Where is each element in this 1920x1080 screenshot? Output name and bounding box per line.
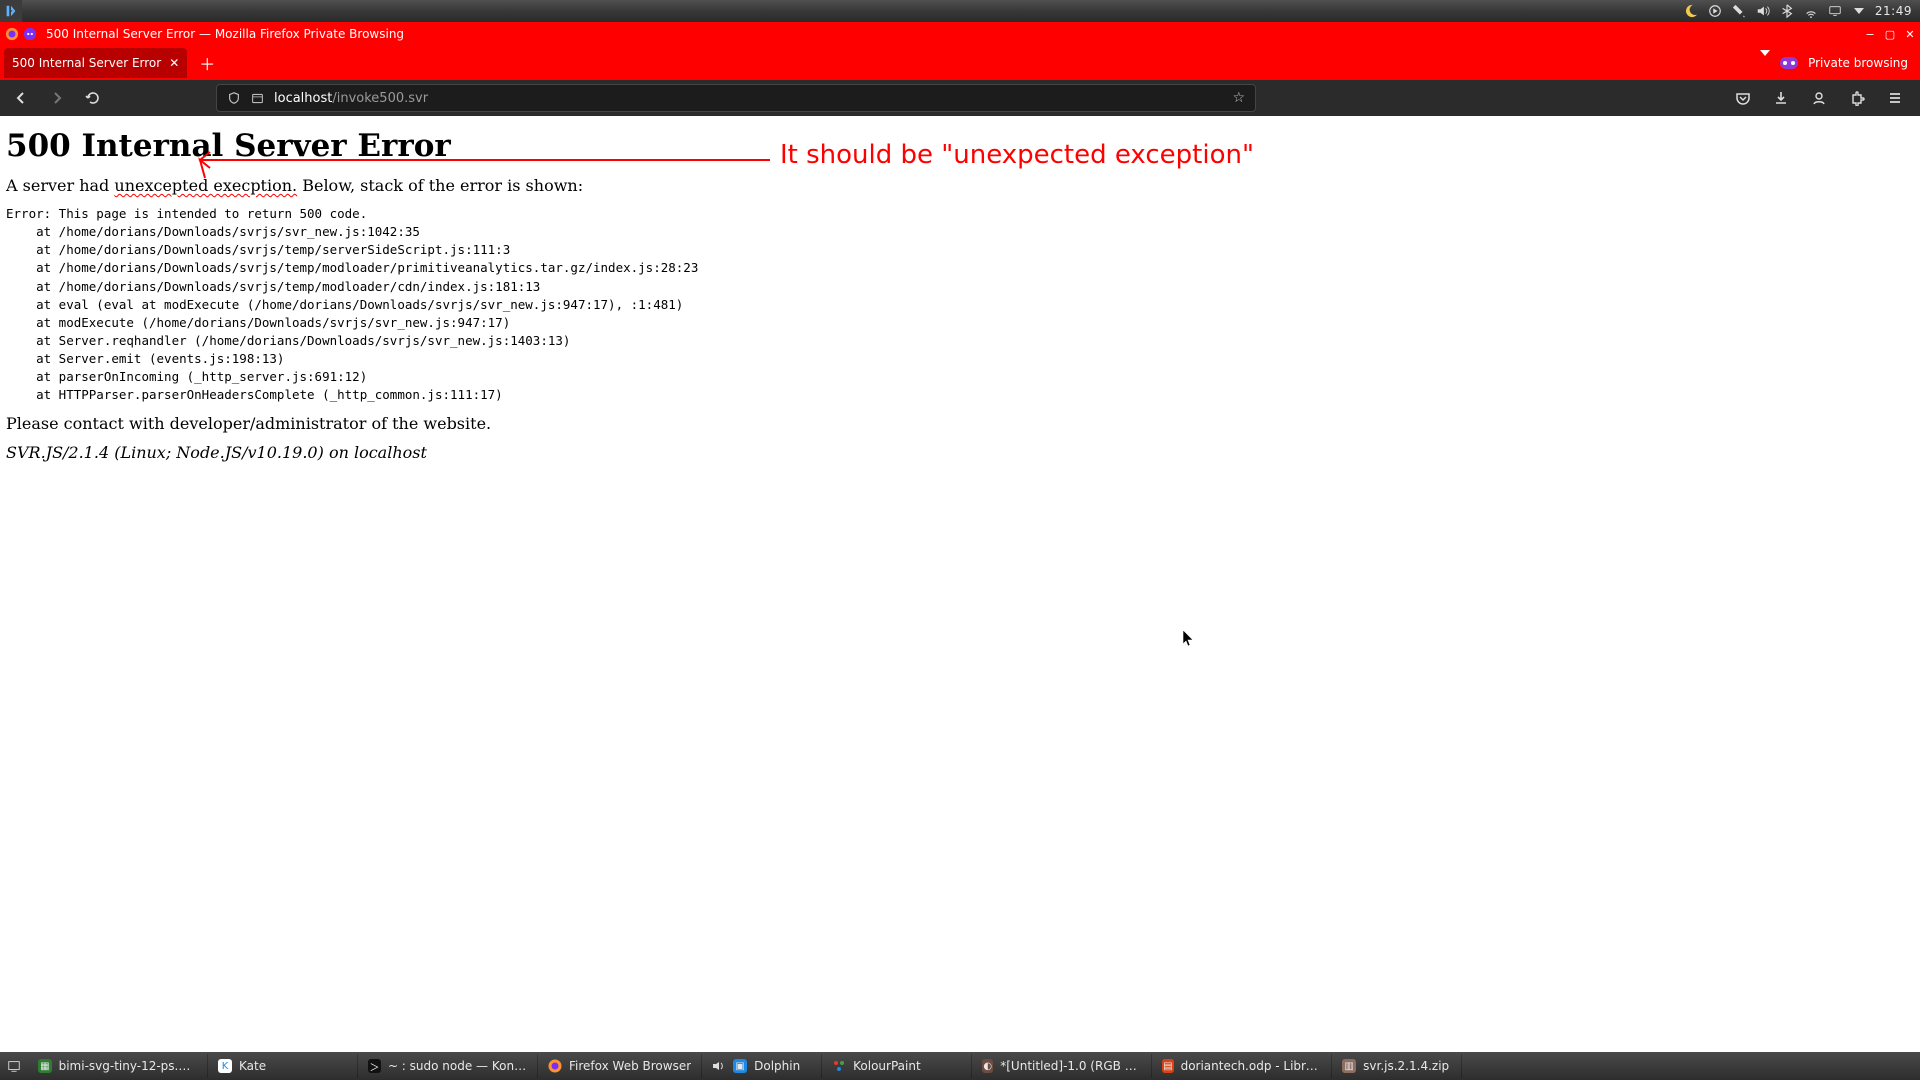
tab-close-icon[interactable]: ✕ bbox=[169, 56, 179, 70]
app-launcher-icon[interactable] bbox=[0, 0, 22, 22]
annotation-text: It should be "unexpected exception" bbox=[780, 140, 1254, 170]
system-tray: 21:49 bbox=[1675, 3, 1920, 19]
new-tab-button[interactable]: ＋ bbox=[193, 49, 221, 77]
dolphin-icon: ▣ bbox=[733, 1059, 747, 1073]
server-signature: SVR.JS/2.1.4 (Linux; Node.JS/v10.19.0) o… bbox=[6, 443, 1914, 462]
taskbar: ▦ bimi-svg-tiny-12-ps.png K Kate ＞ ~ : s… bbox=[0, 1052, 1920, 1080]
error-intro: A server had unexcepted execption. Below… bbox=[6, 176, 1914, 195]
konsole-icon: ＞ bbox=[368, 1059, 381, 1073]
tab-strip: 500 Internal Server Error ✕ ＋ Private br… bbox=[0, 46, 1920, 80]
tray-expand-icon[interactable] bbox=[1851, 3, 1867, 19]
image-file-icon: ▦ bbox=[38, 1059, 52, 1073]
task-item[interactable]: ▤ doriantech.odp - LibreOffic… bbox=[1152, 1054, 1332, 1078]
address-bar[interactable]: localhost/invoke500.svr ☆ bbox=[216, 84, 1256, 112]
clock[interactable]: 21:49 bbox=[1875, 4, 1912, 18]
connection-icon[interactable] bbox=[251, 92, 264, 105]
clipboard-icon[interactable] bbox=[1731, 3, 1747, 19]
pocket-icon[interactable] bbox=[1730, 85, 1756, 111]
task-label: Firefox Web Browser bbox=[569, 1059, 691, 1073]
task-label: doriantech.odp - LibreOffic… bbox=[1181, 1059, 1322, 1073]
nav-toolbar: localhost/invoke500.svr ☆ bbox=[0, 80, 1920, 116]
firefox-task-icon bbox=[548, 1059, 562, 1073]
volume-icon[interactable] bbox=[1755, 3, 1771, 19]
task-label: ~ : sudo node — Konsole bbox=[388, 1059, 527, 1073]
forward-button[interactable] bbox=[44, 85, 70, 111]
extensions-icon[interactable] bbox=[1844, 85, 1870, 111]
bluetooth-icon[interactable] bbox=[1779, 3, 1795, 19]
list-tabs-icon[interactable] bbox=[1760, 56, 1770, 70]
task-label: bimi-svg-tiny-12-ps.png bbox=[59, 1059, 197, 1073]
task-item[interactable]: ◐ *[Untitled]-1.0 (RGB color 8… bbox=[972, 1054, 1152, 1078]
back-button[interactable] bbox=[8, 85, 34, 111]
url-text: localhost/invoke500.svr bbox=[274, 91, 428, 106]
close-window-button[interactable]: ✕ bbox=[1900, 24, 1920, 44]
stack-trace: Error: This page is intended to return 5… bbox=[6, 205, 1914, 404]
task-label: svr.js.2.1.4.zip bbox=[1363, 1059, 1449, 1073]
volume-task-icon bbox=[712, 1059, 726, 1073]
page-content: 500 Internal Server Error A server had u… bbox=[0, 116, 1920, 1052]
display-icon[interactable] bbox=[1827, 3, 1843, 19]
app-menu-icon[interactable] bbox=[1882, 85, 1908, 111]
task-label: Kate bbox=[239, 1059, 266, 1073]
kate-icon: K bbox=[218, 1059, 232, 1073]
typo-phrase: unexcepted execption. bbox=[114, 176, 297, 195]
task-item[interactable]: ▣ Dolphin bbox=[702, 1054, 822, 1078]
task-item[interactable]: ＞ ~ : sudo node — Konsole bbox=[358, 1054, 538, 1078]
downloads-icon[interactable] bbox=[1768, 85, 1794, 111]
task-label: *[Untitled]-1.0 (RGB color 8… bbox=[1000, 1059, 1141, 1073]
task-item[interactable]: KolourPaint bbox=[822, 1054, 972, 1078]
window-controls: − ▢ ✕ bbox=[1860, 24, 1920, 44]
intro-pre: A server had bbox=[6, 176, 114, 195]
night-color-icon[interactable] bbox=[1683, 3, 1699, 19]
url-path: /invoke500.svr bbox=[332, 91, 428, 106]
private-mask-icon bbox=[1780, 57, 1798, 69]
private-browsing-label: Private browsing bbox=[1808, 56, 1908, 70]
intro-post: Below, stack of the error is shown: bbox=[297, 176, 583, 195]
system-top-panel: 21:49 bbox=[0, 0, 1920, 22]
tab-active[interactable]: 500 Internal Server Error ✕ bbox=[4, 48, 187, 78]
show-desktop-icon[interactable] bbox=[0, 1052, 28, 1080]
task-item[interactable]: ▦ bimi-svg-tiny-12-ps.png bbox=[28, 1054, 208, 1078]
task-label: Dolphin bbox=[754, 1059, 800, 1073]
task-item[interactable]: Firefox Web Browser bbox=[538, 1054, 702, 1078]
window-titlebar: 500 Internal Server Error — Mozilla Fire… bbox=[0, 22, 1920, 46]
firefox-icon bbox=[4, 26, 20, 42]
url-host: localhost bbox=[274, 91, 332, 106]
task-label: KolourPaint bbox=[853, 1059, 921, 1073]
task-item[interactable]: ▥ svr.js.2.1.4.zip bbox=[1332, 1054, 1462, 1078]
private-badge-icon bbox=[22, 26, 38, 42]
network-icon[interactable] bbox=[1803, 3, 1819, 19]
contact-line: Please contact with developer/administra… bbox=[6, 414, 1914, 433]
window-title: 500 Internal Server Error — Mozilla Fire… bbox=[42, 27, 404, 41]
reload-button[interactable] bbox=[80, 85, 106, 111]
kolourpaint-icon bbox=[832, 1059, 846, 1073]
impress-icon: ▤ bbox=[1162, 1059, 1173, 1073]
archive-icon: ▥ bbox=[1342, 1059, 1356, 1073]
task-item[interactable]: K Kate bbox=[208, 1054, 358, 1078]
gimp-icon: ◐ bbox=[982, 1059, 993, 1073]
media-icon[interactable] bbox=[1707, 3, 1723, 19]
maximize-button[interactable]: ▢ bbox=[1880, 24, 1900, 44]
minimize-button[interactable]: − bbox=[1860, 24, 1880, 44]
tracking-shield-icon[interactable] bbox=[227, 91, 241, 105]
bookmark-star-icon[interactable]: ☆ bbox=[1232, 90, 1245, 106]
tab-title: 500 Internal Server Error bbox=[12, 56, 161, 70]
account-icon[interactable] bbox=[1806, 85, 1832, 111]
mouse-cursor-icon bbox=[1183, 630, 1195, 648]
